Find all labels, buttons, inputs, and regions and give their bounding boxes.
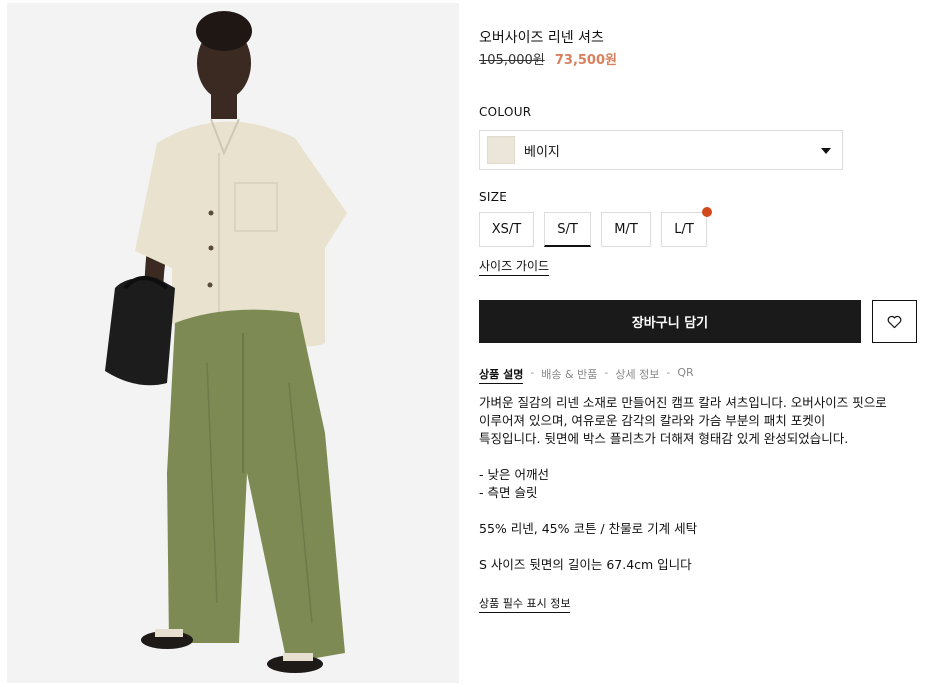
size-options: XS/T S/T M/T L/T (479, 207, 717, 247)
size-option-label: L/T (674, 222, 694, 237)
product-details-panel: 오버사이즈 리넨 셔츠 105,000원 73,500원 COLOUR 베이지 … (479, 0, 919, 687)
size-option-label: M/T (614, 222, 638, 237)
original-price: 105,000원 (479, 53, 545, 68)
product-image (7, 3, 459, 683)
colour-selected-value: 베이지 (524, 144, 560, 160)
description-line: 가벼운 질감의 리넨 소재로 만들어진 캠프 칼라 셔츠입니다. 오버사이즈 핏… (479, 395, 887, 410)
colour-swatch (487, 136, 515, 164)
colour-select[interactable]: 베이지 (479, 130, 843, 170)
tab-qr[interactable]: QR (677, 366, 693, 384)
size-label: SIZE (479, 190, 508, 204)
measurement-text: S 사이즈 뒷면의 길이는 67.4cm 입니다 (479, 557, 692, 572)
product-description: 가벼운 질감의 리넨 소재로 만들어진 캠프 칼라 셔츠입니다. 오버사이즈 핏… (479, 394, 919, 574)
tab-separator: - (666, 366, 671, 379)
colour-label: COLOUR (479, 105, 532, 119)
tab-separator: - (604, 366, 609, 379)
size-option-label: S/T (557, 221, 578, 237)
sale-price: 73,500원 (554, 53, 617, 68)
description-line: 이루어져 있으며, 여유로운 감각의 칼라와 가슴 부분의 패치 포켓이 (479, 413, 826, 428)
product-notice-link[interactable]: 상품 필수 표시 정보 (479, 595, 571, 613)
tab-details[interactable]: 상세 정보 (615, 366, 659, 384)
feature-item: - 낮은 어깨선 (479, 467, 549, 482)
low-stock-dot-icon (702, 207, 712, 217)
tab-separator: - (530, 366, 535, 379)
description-line: 특징입니다. 뒷면에 박스 플리츠가 더해져 형태감 있게 완성되었습니다. (479, 431, 849, 446)
chevron-down-icon (821, 148, 831, 154)
add-to-cart-button[interactable]: 장바구니 담기 (479, 300, 861, 343)
size-option-xs[interactable]: XS/T (479, 212, 534, 247)
tab-shipping-returns[interactable]: 배송 & 반품 (541, 366, 597, 384)
heart-icon (887, 315, 902, 328)
info-tabs: 상품 설명 - 배송 & 반품 - 상세 정보 - QR (479, 366, 694, 384)
price-row: 105,000원 73,500원 (479, 49, 617, 68)
size-option-s[interactable]: S/T (544, 212, 591, 247)
size-option-l[interactable]: L/T (661, 207, 712, 247)
wishlist-button[interactable] (872, 300, 917, 343)
size-option-m[interactable]: M/T (601, 212, 651, 247)
size-option-label: XS/T (491, 222, 522, 237)
size-guide-link[interactable]: 사이즈 가이드 (479, 257, 550, 276)
composition-text: 55% 리넨, 45% 코튼 / 찬물로 기계 세탁 (479, 521, 698, 536)
tab-description[interactable]: 상품 설명 (479, 366, 524, 384)
product-title: 오버사이즈 리넨 셔츠 (479, 30, 604, 46)
feature-item: - 측면 슬릿 (479, 485, 538, 500)
